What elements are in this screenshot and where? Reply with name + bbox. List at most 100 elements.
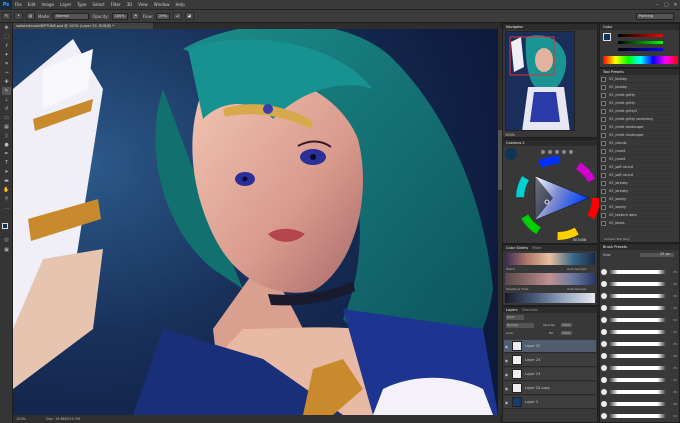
color-spectrum-ramp[interactable]: [603, 56, 678, 64]
menu-file[interactable]: File: [12, 2, 25, 7]
brush-preset-row[interactable]: 25: [601, 266, 677, 277]
pressure-size-icon[interactable]: ◕: [184, 12, 194, 20]
tool-preset-item[interactable]: 03_chalk landscape: [601, 132, 677, 139]
menu-filter[interactable]: Filter: [108, 2, 124, 7]
marquee-tool-icon[interactable]: ⬚: [2, 33, 11, 41]
foreground-swatch[interactable]: [505, 148, 517, 160]
tab-color-sliders[interactable]: Color Sliders: [506, 245, 528, 251]
menu-edit[interactable]: Edit: [25, 2, 39, 7]
opacity-field[interactable]: 100%: [111, 12, 128, 20]
tool-preset-item[interactable]: 03_blobby: [601, 84, 677, 91]
brush-preset-row[interactable]: 30: [601, 278, 677, 289]
brush-tool-icon[interactable]: ✎: [2, 87, 11, 95]
brush-panel-toggle-icon[interactable]: ▤: [26, 12, 35, 20]
navigator-title[interactable]: Navigator: [506, 24, 523, 30]
move-tool-icon[interactable]: ✥: [2, 24, 11, 32]
tab-mixer[interactable]: Mixer: [532, 245, 542, 251]
tool-presets-title[interactable]: Tool Presets: [603, 69, 624, 75]
brush-preset-row[interactable]: 25: [601, 338, 677, 349]
menu-3d[interactable]: 3D: [124, 2, 136, 7]
minimize-button[interactable]: –: [653, 1, 662, 9]
brush-size-picker[interactable]: •: [14, 12, 23, 20]
tool-preset-item[interactable]: 03_texture dots: [601, 212, 677, 219]
brush-preset-row[interactable]: 32: [601, 410, 677, 421]
visibility-eye-icon[interactable]: ◉: [504, 372, 509, 377]
brush-preset-row[interactable]: 25: [601, 326, 677, 337]
layer-row[interactable]: ◉ Layer 22 copy: [504, 382, 596, 395]
brush-preset-row[interactable]: 50: [601, 314, 677, 325]
brush-presets-title[interactable]: Brush Presets: [603, 244, 627, 250]
zoom-level[interactable]: 100%: [16, 417, 26, 421]
menu-image[interactable]: Image: [38, 2, 57, 7]
blur-tool-icon[interactable]: ◊: [2, 132, 11, 140]
navigator-zoom[interactable]: 100%: [505, 133, 515, 137]
layer-opacity-field[interactable]: 100%: [561, 323, 572, 327]
tool-preset-item[interactable]: 03_chalk gritty: [601, 100, 677, 107]
path-select-tool-icon[interactable]: ➤: [2, 168, 11, 176]
brush-preset-row[interactable]: 25: [601, 374, 677, 385]
blend-mode-select[interactable]: Normal: [506, 323, 534, 328]
lasso-tool-icon[interactable]: ℓ: [2, 42, 11, 50]
zoom-tool-icon[interactable]: ⚲: [2, 195, 11, 203]
tool-preset-item[interactable]: 03_streaky: [601, 188, 677, 195]
type-tool-icon[interactable]: T: [2, 159, 11, 167]
shades-swatch-strip[interactable]: [505, 293, 595, 303]
visibility-eye-icon[interactable]: ◉: [504, 358, 509, 363]
airbrush-icon[interactable]: ⊿: [172, 12, 182, 20]
hex-value[interactable]: 0E3458: [573, 238, 586, 242]
brush-preset-row[interactable]: 30: [601, 302, 677, 313]
mode-select[interactable]: Normal: [53, 12, 90, 20]
brush-preset-row[interactable]: 25: [601, 362, 677, 373]
eraser-tool-icon[interactable]: ▭: [2, 114, 11, 122]
workspace-select[interactable]: Painting: [636, 12, 674, 20]
document-canvas[interactable]: [13, 29, 498, 415]
tool-preset-item[interactable]: 03_chalk gritty smearing: [601, 116, 677, 123]
maximize-button[interactable]: ▢: [662, 1, 671, 9]
tab-layers[interactable]: Layers: [506, 307, 518, 313]
color-wheel[interactable]: [503, 146, 599, 244]
more-tools-icon[interactable]: …: [2, 204, 11, 212]
eyedropper-tool-icon[interactable]: ⊸: [2, 69, 11, 77]
tint-swatch-strip[interactable]: [505, 273, 595, 285]
quick-mask-icon[interactable]: ◎: [2, 236, 11, 244]
hatch-autosample[interactable]: Auto-Sample: [567, 267, 586, 271]
healing-tool-icon[interactable]: ✚: [2, 78, 11, 86]
menu-type[interactable]: Type: [74, 2, 89, 7]
crop-tool-icon[interactable]: ⌗: [2, 60, 11, 68]
visibility-eye-icon[interactable]: ◉: [504, 386, 509, 391]
navigator-thumbnail[interactable]: [505, 31, 575, 131]
layer-row[interactable]: ◉ Layer 3: [504, 396, 596, 409]
layer-row[interactable]: ◉ Layer 25: [504, 340, 596, 353]
tool-preset-item[interactable]: 03_blobs: [601, 220, 677, 227]
color-panel-title[interactable]: Color: [603, 24, 612, 30]
brush-tool-icon[interactable]: ✎: [2, 12, 11, 20]
tool-preset-item[interactable]: 03_chalk gritty2: [601, 108, 677, 115]
fill-field[interactable]: 100%: [561, 331, 572, 335]
tool-preset-item[interactable]: 03_chalk landscape: [601, 124, 677, 131]
layer-filter-kind[interactable]: Kind: [506, 315, 524, 320]
brush-preset-row[interactable]: 36: [601, 350, 677, 361]
tool-preset-item[interactable]: 03_soft round: [601, 172, 677, 179]
menu-view[interactable]: View: [135, 2, 151, 7]
tool-preset-item[interactable]: 03_soft round: [601, 164, 677, 171]
menu-help[interactable]: Help: [172, 2, 187, 7]
brush-preset-row[interactable]: 30: [601, 290, 677, 301]
tool-preset-item[interactable]: 03_wacky: [601, 204, 677, 211]
dodge-tool-icon[interactable]: ●: [2, 141, 11, 149]
tool-preset-item[interactable]: 03_clouds: [601, 140, 677, 147]
menu-window[interactable]: Window: [151, 2, 173, 7]
color-panel-fg-swatch[interactable]: [603, 33, 611, 41]
brush-size-value[interactable]: 25 px: [660, 252, 670, 256]
brush-preset-row[interactable]: 36: [601, 398, 677, 409]
menu-layer[interactable]: Layer: [57, 2, 74, 7]
tool-preset-item[interactable]: 03_round: [601, 148, 677, 155]
foreground-color-swatch[interactable]: [2, 223, 8, 229]
hand-tool-icon[interactable]: ✋: [2, 186, 11, 194]
green-slider[interactable]: [618, 41, 663, 44]
pressure-opacity-icon[interactable]: ◔: [130, 12, 140, 20]
shape-tool-icon[interactable]: ▬: [2, 177, 11, 185]
red-slider[interactable]: [618, 34, 663, 37]
close-button[interactable]: ✕: [671, 1, 680, 9]
gradient-tool-icon[interactable]: ▦: [2, 123, 11, 131]
tool-preset-item[interactable]: 03_streaky: [601, 180, 677, 187]
